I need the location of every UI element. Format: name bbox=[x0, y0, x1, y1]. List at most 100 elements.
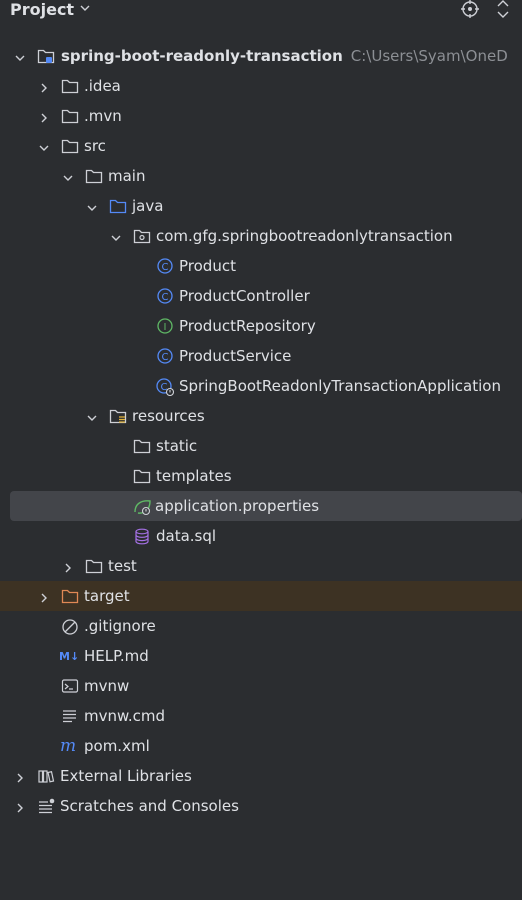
tree-item-test[interactable]: test bbox=[0, 551, 522, 581]
tree-item-gitignore[interactable]: .gitignore bbox=[0, 611, 522, 641]
tree-label: test bbox=[108, 557, 137, 575]
tree-label: templates bbox=[156, 467, 232, 485]
tree-label: .mvn bbox=[84, 107, 122, 125]
tree-item-src[interactable]: src bbox=[0, 131, 522, 161]
spring-properties-icon bbox=[133, 498, 151, 516]
tree-label: ProductService bbox=[179, 347, 292, 365]
tree-label: target bbox=[84, 587, 130, 605]
tree-label: Product bbox=[179, 257, 236, 275]
chevron-down-icon[interactable] bbox=[38, 140, 50, 152]
svg-text:I: I bbox=[164, 322, 167, 333]
tree-item-application-properties[interactable]: application.properties bbox=[10, 491, 522, 521]
tree-item-templates[interactable]: templates bbox=[0, 461, 522, 491]
interface-icon: I bbox=[156, 318, 174, 334]
resources-folder-icon bbox=[109, 408, 127, 424]
folder-icon bbox=[61, 108, 79, 124]
folder-icon bbox=[133, 468, 151, 484]
database-icon bbox=[134, 528, 152, 545]
tree-label: ProductRepository bbox=[179, 317, 316, 335]
tree-item-help-md[interactable]: M↓ HELP.md bbox=[0, 641, 522, 671]
svg-text:M↓: M↓ bbox=[59, 650, 79, 663]
tree-label: data.sql bbox=[156, 527, 217, 545]
svg-text:m: m bbox=[60, 738, 76, 754]
tree-label: .idea bbox=[84, 77, 121, 95]
tree-label: main bbox=[108, 167, 146, 185]
tree-label: static bbox=[156, 437, 198, 455]
tree-label: SpringBootReadonlyTransactionApplication bbox=[179, 377, 501, 395]
tree-item-product-repository[interactable]: I ProductRepository bbox=[0, 311, 522, 341]
tree-item-java[interactable]: java bbox=[0, 191, 522, 221]
svg-text:C: C bbox=[162, 262, 169, 273]
tree-item-product-controller[interactable]: C ProductController bbox=[0, 281, 522, 311]
markdown-icon: M↓ bbox=[59, 648, 83, 664]
tree-label: mvnw bbox=[84, 677, 130, 695]
tree-item-target[interactable]: target bbox=[0, 581, 522, 611]
tree-item-app-class[interactable]: C SpringBootReadonlyTransactionApplicati… bbox=[0, 371, 522, 401]
class-icon: C bbox=[156, 288, 174, 304]
chevron-right-icon[interactable] bbox=[14, 770, 26, 783]
excluded-folder-icon bbox=[61, 588, 79, 604]
class-icon: C bbox=[156, 348, 174, 364]
project-panel-header: Project bbox=[0, 0, 522, 22]
tree-item-scratches[interactable]: Scratches and Consoles bbox=[0, 791, 522, 821]
tree-label: java bbox=[132, 197, 164, 215]
terminal-script-icon bbox=[61, 678, 79, 694]
chevron-down-icon[interactable] bbox=[86, 200, 98, 212]
library-icon bbox=[37, 768, 55, 784]
chevron-down-icon[interactable] bbox=[14, 50, 26, 62]
tree-item-product[interactable]: C Product bbox=[0, 251, 522, 281]
svg-text:C: C bbox=[162, 292, 169, 303]
tree-item-resources[interactable]: resources bbox=[0, 401, 522, 431]
chevron-right-icon[interactable] bbox=[14, 800, 26, 813]
chevron-down-icon[interactable] bbox=[86, 410, 98, 422]
root-label: spring-boot-readonly-transaction bbox=[61, 47, 343, 65]
tree-item-product-service[interactable]: C ProductService bbox=[0, 341, 522, 371]
tree-item-idea[interactable]: .idea bbox=[0, 71, 522, 101]
tree-item-main[interactable]: main bbox=[0, 161, 522, 191]
scratches-icon bbox=[37, 798, 55, 814]
tree-item-mvnw-cmd[interactable]: mvnw.cmd bbox=[0, 701, 522, 731]
spring-boot-class-icon: C bbox=[156, 378, 175, 397]
tree-item-root[interactable]: spring-boot-readonly-transaction C:\Users… bbox=[0, 41, 522, 71]
tree-item-mvn[interactable]: .mvn bbox=[0, 101, 522, 131]
tree-label: ProductController bbox=[179, 287, 310, 305]
tree-item-mvnw[interactable]: mvnw bbox=[0, 671, 522, 701]
chevron-down-icon[interactable] bbox=[110, 230, 122, 242]
chevron-right-icon[interactable] bbox=[38, 80, 50, 93]
chevron-right-icon[interactable] bbox=[38, 110, 50, 123]
tree-label: com.gfg.springbootreadonlytransaction bbox=[156, 227, 453, 245]
tree-label: application.properties bbox=[155, 497, 320, 515]
expand-collapse-icon[interactable] bbox=[495, 0, 511, 23]
tree-label: External Libraries bbox=[60, 767, 192, 785]
tree-label: .gitignore bbox=[84, 617, 156, 635]
tree-label: Scratches and Consoles bbox=[60, 797, 239, 815]
folder-icon bbox=[85, 168, 103, 184]
tree-label: src bbox=[84, 137, 106, 155]
panel-title[interactable]: Project bbox=[10, 0, 74, 19]
folder-icon bbox=[85, 558, 103, 574]
tree-label: mvnw.cmd bbox=[84, 707, 166, 725]
package-icon bbox=[133, 228, 151, 244]
tree-item-data-sql[interactable]: data.sql bbox=[0, 521, 522, 551]
class-icon: C bbox=[156, 258, 174, 274]
text-file-icon bbox=[61, 708, 79, 724]
module-folder-icon bbox=[37, 48, 55, 64]
tree-label: HELP.md bbox=[84, 647, 149, 665]
chevron-down-icon[interactable] bbox=[62, 170, 74, 182]
tree-label: pom.xml bbox=[84, 737, 150, 755]
tree-item-external-libraries[interactable]: External Libraries bbox=[0, 761, 522, 791]
tree-item-pom-xml[interactable]: m pom.xml bbox=[0, 731, 522, 761]
select-opened-file-icon[interactable] bbox=[460, 0, 480, 23]
svg-text:C: C bbox=[162, 352, 169, 363]
ignore-file-icon bbox=[61, 618, 79, 635]
tree-item-static[interactable]: static bbox=[0, 431, 522, 461]
chevron-down-icon[interactable] bbox=[78, 1, 92, 19]
chevron-right-icon[interactable] bbox=[38, 590, 50, 603]
tree-item-package[interactable]: com.gfg.springbootreadonlytransaction bbox=[0, 221, 522, 251]
folder-icon bbox=[133, 438, 151, 454]
source-folder-icon bbox=[109, 198, 127, 214]
root-path: C:\Users\Syam\OneD bbox=[350, 47, 508, 65]
folder-icon bbox=[61, 78, 79, 94]
maven-icon: m bbox=[60, 736, 82, 756]
chevron-right-icon[interactable] bbox=[62, 560, 74, 573]
